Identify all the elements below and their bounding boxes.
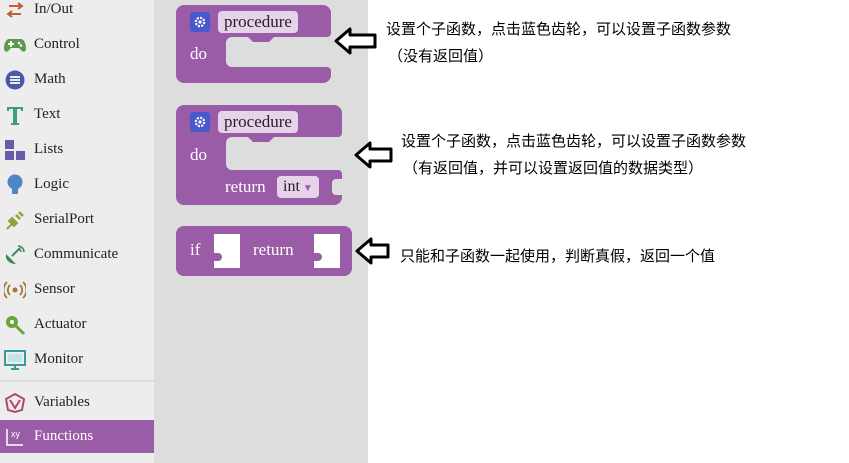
return-type-value: int <box>283 178 300 195</box>
variables-icon <box>4 392 26 414</box>
do-label: do <box>190 44 207 63</box>
return-label: return <box>225 177 266 196</box>
antenna-icon <box>4 244 26 266</box>
annotation-procedure: 设置个子函数，点击蓝色齿轮，可以设置子函数参数 （没有返回值） <box>386 16 731 70</box>
gamepad-icon <box>4 34 26 56</box>
category-math[interactable]: Math <box>0 62 154 97</box>
category-monitor[interactable]: Monitor <box>0 342 154 377</box>
annotation-line: 设置个子函数，点击蓝色齿轮，可以设置子函数参数 <box>401 132 747 150</box>
category-text[interactable]: Text <box>0 97 154 132</box>
category-label: Logic <box>34 176 69 192</box>
chevron-down-icon: ▼ <box>302 183 313 194</box>
return-label: return <box>253 240 294 259</box>
annotation-if-return: 只能和子函数一起使用，判断真假，返回一个值 <box>400 243 715 270</box>
do-label: do <box>190 145 207 164</box>
gear-icon[interactable] <box>190 112 210 132</box>
arrow-left-icon <box>354 141 393 169</box>
return-type-dropdown[interactable]: int ▼ <box>277 176 319 198</box>
actuator-icon <box>4 314 26 336</box>
category-label: Text <box>34 106 61 122</box>
monitor-icon <box>4 349 26 371</box>
sensor-icon <box>4 279 26 301</box>
category-functions[interactable]: xy Functions <box>0 420 154 453</box>
gear-icon[interactable] <box>190 12 210 32</box>
annotation-line: 设置个子函数，点击蓝色齿轮，可以设置子函数参数 <box>386 20 732 38</box>
category-label: SerialPort <box>34 211 94 227</box>
lists-icon <box>4 139 26 161</box>
annotation-line: 只能和子函数一起使用，判断真假，返回一个值 <box>400 247 716 265</box>
arrow-left-icon <box>355 237 390 265</box>
serialport-plug-icon <box>4 209 26 231</box>
category-label: Functions <box>34 428 94 444</box>
category-label: In/Out <box>34 1 74 17</box>
category-serialport[interactable]: SerialPort <box>0 202 154 237</box>
category-label: Actuator <box>34 316 87 332</box>
category-label: Control <box>34 36 80 52</box>
category-communicate[interactable]: Communicate <box>0 237 154 272</box>
category-in-out[interactable]: In/Out <box>0 0 154 27</box>
category-sensor[interactable]: Sensor <box>0 272 154 307</box>
category-control[interactable]: Control <box>0 27 154 62</box>
sidebar-divider <box>0 380 154 382</box>
category-sidebar: In/Out Control Math Text Lists Logic Ser… <box>0 0 154 463</box>
math-icon <box>4 69 26 91</box>
category-actuator[interactable]: Actuator <box>0 307 154 342</box>
functions-icon: xy <box>4 426 26 448</box>
category-variables[interactable]: Variables <box>0 385 154 420</box>
category-label: Math <box>34 71 66 87</box>
category-label: Lists <box>34 141 64 157</box>
logic-bulb-icon <box>4 174 26 196</box>
annotation-line: （没有返回值） <box>388 47 494 65</box>
svg-text:xy: xy <box>11 429 21 439</box>
category-label: Monitor <box>34 351 84 367</box>
category-lists[interactable]: Lists <box>0 132 154 167</box>
category-logic[interactable]: Logic <box>0 167 154 202</box>
arrow-left-icon <box>334 27 377 55</box>
annotation-line: （有返回值，并可以设置返回值的数据类型） <box>403 159 704 177</box>
annotation-procedure-return: 设置个子函数，点击蓝色齿轮，可以设置子函数参数 （有返回值，并可以设置返回值的数… <box>401 128 746 182</box>
category-label: Variables <box>34 394 90 410</box>
if-label: if <box>190 240 201 259</box>
in-out-arrows-icon <box>4 0 26 21</box>
text-t-icon <box>4 104 26 126</box>
procedure-name-field[interactable]: procedure <box>218 11 298 33</box>
procedure-name-field[interactable]: procedure <box>218 111 298 133</box>
category-label: Communicate <box>34 246 119 262</box>
category-label: Sensor <box>34 281 75 297</box>
